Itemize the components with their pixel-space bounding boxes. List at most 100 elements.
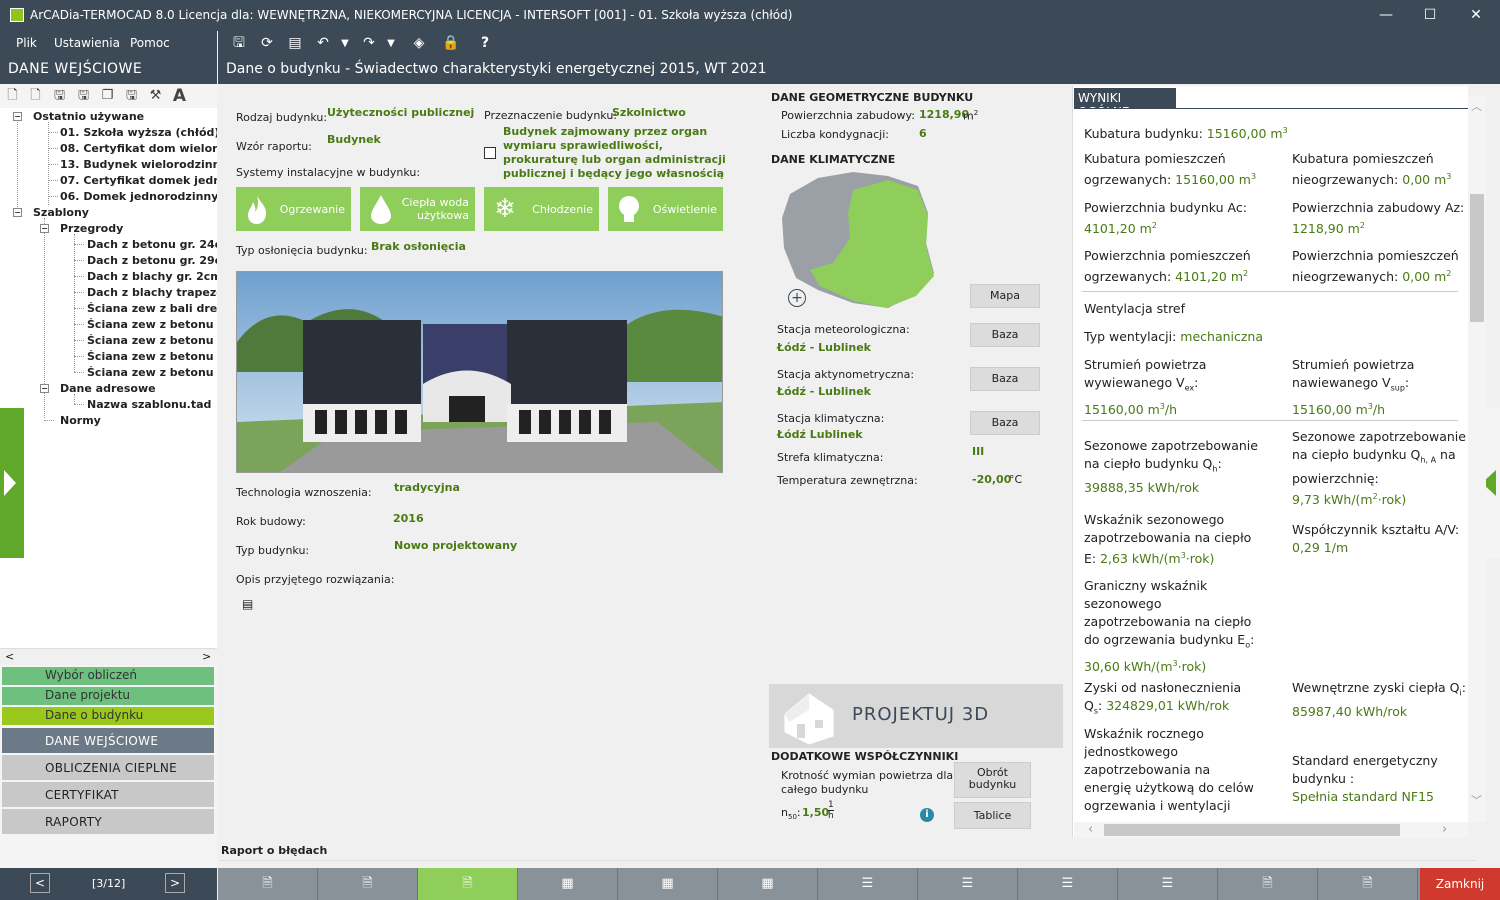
tree-item[interactable]: Dach z blachy gr. 2cm z	[87, 270, 217, 283]
doc-edit-icon[interactable]: 🗎	[318, 868, 418, 900]
menu-ustawienia[interactable]: Ustawienia	[54, 36, 120, 50]
report-icon[interactable]: ▤	[286, 35, 304, 52]
collapse-icon[interactable]: −	[13, 112, 22, 121]
collapse-icon[interactable]: −	[13, 208, 22, 217]
results-tab[interactable]: WYNIKI OGÓLNE	[1074, 88, 1176, 119]
next-page-button[interactable]: >	[165, 873, 185, 893]
results-horizontal-scrollbar[interactable]: ‹ ›	[1074, 822, 1468, 838]
tree-item[interactable]: Dach z blachy trapezow	[87, 286, 217, 299]
temp-value[interactable]: -20,00	[972, 473, 1011, 486]
nav-obliczenia[interactable]: OBLICZENIA CIEPLNE	[2, 755, 214, 780]
kond-value[interactable]: 6	[919, 127, 927, 140]
nav-wybor[interactable]: Wybór obliczeń	[2, 667, 214, 685]
oswietlenie-button[interactable]: Oświetlenie	[608, 187, 723, 231]
tools-icon[interactable]: ⚒	[148, 88, 163, 104]
przezn-value[interactable]: Szkolnictwo	[612, 106, 686, 119]
baza-meteo-button[interactable]: Baza	[970, 323, 1040, 347]
strefa-value[interactable]: III	[972, 445, 984, 458]
tree-item[interactable]: Ściana zew z betonu ko	[87, 318, 217, 331]
results-vertical-scrollbar[interactable]: ︿ ﹀	[1468, 96, 1486, 822]
nav-certyfikat[interactable]: CERTYFIKAT	[2, 782, 214, 807]
meteo-value[interactable]: Łódź - Lublinek	[777, 341, 871, 354]
table-icon[interactable]: ▦	[718, 868, 818, 900]
lock-icon[interactable]: 🔒	[442, 35, 460, 52]
tree-recent[interactable]: Ostatnio używane	[33, 110, 144, 123]
projektuj-3d-button[interactable]: PROJEKTUJ 3D	[769, 684, 1063, 748]
tree-normy[interactable]: Normy	[60, 414, 101, 427]
nav-raporty[interactable]: RAPORTY	[2, 809, 214, 834]
scroll-right-icon[interactable]: >	[202, 650, 211, 663]
mapa-button[interactable]: Mapa	[970, 284, 1040, 308]
tree-item[interactable]: Nazwa szablonu.tad	[87, 398, 211, 411]
minimize-button[interactable]: —	[1366, 4, 1406, 26]
maximize-button[interactable]: ☐	[1410, 4, 1450, 26]
tech-value[interactable]: tradycyjna	[394, 481, 460, 494]
obrot-button[interactable]: Obrót budynku	[954, 762, 1031, 798]
doc-edit-icon[interactable]: 🗎	[418, 868, 518, 900]
nav-projekt[interactable]: Dane projektu	[2, 687, 214, 705]
list-icon[interactable]: ☰	[818, 868, 918, 900]
nav-dane-wejsciowe[interactable]: DANE WEJŚCIOWE	[2, 728, 214, 753]
tree-item[interactable]: 08. Certyfikat dom wielorodz	[60, 142, 217, 155]
rodzaj-value[interactable]: Użyteczności publicznej	[327, 106, 474, 119]
tree-item[interactable]: Dach z betonu gr. 29cm	[87, 254, 217, 267]
organ-checkbox[interactable]	[484, 147, 496, 159]
typ-value[interactable]: Nowo projektowany	[394, 539, 517, 552]
save-icon[interactable]: 🖫	[52, 88, 67, 104]
cwu-button[interactable]: Ciepła woda użytkowa	[360, 187, 475, 231]
tree-item[interactable]: Ściana zew z bali drewr	[87, 302, 217, 315]
tree-item[interactable]: Ściana zew z betonu ko	[87, 334, 217, 347]
tree-przegrody[interactable]: Przegrody	[60, 222, 123, 235]
font-icon[interactable]: A	[172, 88, 187, 105]
cube-icon[interactable]: ◈	[410, 35, 428, 52]
collapse-icon[interactable]: −	[40, 384, 49, 393]
undo-icon[interactable]: ↶	[314, 35, 332, 52]
zoom-in-icon[interactable]: +	[788, 289, 806, 307]
scroll-left-icon[interactable]: ‹	[1088, 822, 1093, 837]
document-icon[interactable]: 🗎	[1318, 868, 1418, 900]
klim-value[interactable]: Łódź Lublinek	[777, 428, 863, 441]
baza-akty-button[interactable]: Baza	[970, 367, 1040, 391]
tree-item[interactable]: 13. Budynek wielorodzinny.t	[60, 158, 217, 171]
tree-horizontal-scrollbar[interactable]: < >	[0, 648, 217, 665]
tree-item[interactable]: 06. Domek jednorodzinny ob	[60, 190, 217, 203]
export-icon[interactable]: 🖫	[124, 88, 139, 104]
scroll-thumb[interactable]	[1470, 194, 1484, 322]
nav-budynek[interactable]: Dane o budynku	[2, 707, 214, 725]
copy-icon[interactable]: ❐	[100, 88, 115, 104]
pow-value[interactable]: 1218,90	[919, 108, 969, 121]
undo-dropdown-icon[interactable]: ▼	[336, 35, 354, 52]
tree-item[interactable]: 01. Szkoła wyższa (chłód).thl	[60, 126, 217, 139]
table-icon[interactable]: ▦	[518, 868, 618, 900]
list-icon[interactable]: ☰	[1018, 868, 1118, 900]
help-icon[interactable]: ?	[476, 35, 494, 52]
chlodzenie-button[interactable]: ❄ Chłodzenie	[484, 187, 599, 231]
tree-templates[interactable]: Szablony	[33, 206, 89, 219]
document-icon[interactable]: 🗎	[1218, 868, 1318, 900]
redo-dropdown-icon[interactable]: ▼	[382, 35, 400, 52]
new-doc-icon[interactable]: 🗋	[28, 88, 43, 104]
close-window-button[interactable]: ✕	[1456, 4, 1496, 26]
zamknij-button[interactable]: Zamknij	[1420, 868, 1500, 900]
wzor-value[interactable]: Budynek	[327, 133, 381, 146]
doc-edit-icon[interactable]: 🗎	[218, 868, 318, 900]
baza-klim-button[interactable]: Baza	[970, 411, 1040, 435]
scroll-thumb[interactable]	[1104, 824, 1400, 836]
oslon-value[interactable]: Brak osłonięcia	[371, 240, 466, 253]
collapse-icon[interactable]: −	[40, 224, 49, 233]
refresh-icon[interactable]: ⟳	[258, 35, 276, 52]
tablice-button[interactable]: Tablice	[954, 802, 1031, 829]
tree-item[interactable]: 07. Certyfikat domek jednor	[60, 174, 217, 187]
menu-plik[interactable]: Plik	[16, 36, 37, 50]
menu-pomoc[interactable]: Pomoc	[130, 36, 170, 50]
tree-item[interactable]: Ściana zew z betonu ko	[87, 350, 217, 363]
list-icon[interactable]: ☰	[1118, 868, 1218, 900]
note-icon[interactable]: ▤	[242, 597, 253, 611]
save-icon[interactable]: 🖫	[230, 35, 248, 52]
tree-item[interactable]: Ściana zew z betonu ko	[87, 366, 217, 379]
scroll-down-icon[interactable]: ﹀	[1471, 792, 1482, 808]
tree-item[interactable]: Dach z betonu gr. 24cm	[87, 238, 217, 251]
list-icon[interactable]: ☰	[918, 868, 1018, 900]
scroll-right-icon[interactable]: ›	[1442, 822, 1447, 837]
collapse-left-handle[interactable]	[0, 408, 24, 558]
